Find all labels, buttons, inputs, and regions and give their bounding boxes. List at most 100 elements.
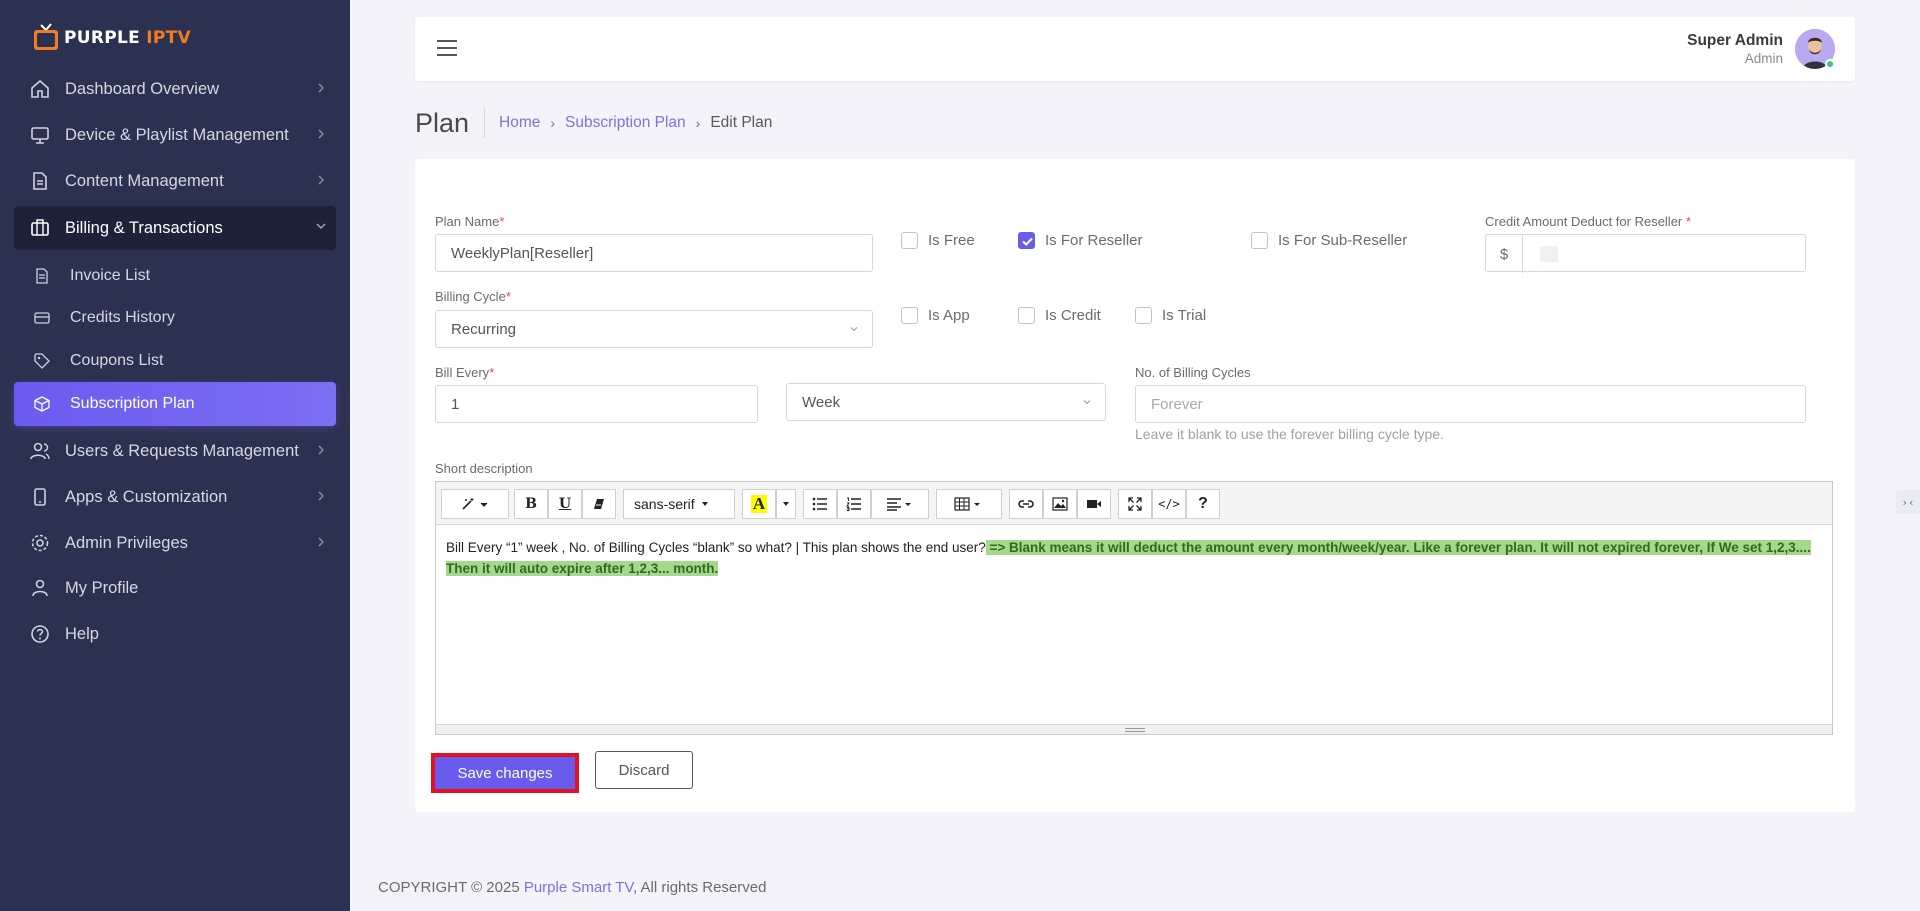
text-color-dropdown[interactable] — [776, 489, 796, 519]
fullscreen-button[interactable] — [1118, 489, 1152, 519]
is-for-reseller-checkbox[interactable]: Is For Reseller — [1018, 232, 1143, 249]
title-divider — [484, 108, 485, 138]
is-credit-checkbox[interactable]: Is Credit — [1018, 307, 1101, 324]
mobile-icon — [34, 488, 46, 506]
sidebar-subitem-coupons-list[interactable]: Coupons List — [14, 341, 336, 381]
briefcase-icon — [31, 219, 49, 236]
checkbox-box[interactable] — [1251, 232, 1268, 249]
sidebar-item-device-playlist[interactable]: Device & Playlist Management — [14, 114, 336, 156]
check-icon — [1022, 237, 1033, 246]
num-billing-cycles-input[interactable]: Forever — [1135, 385, 1806, 423]
magic-style-button[interactable] — [441, 489, 509, 519]
breadcrumb-subscription-plan[interactable]: Subscription Plan — [565, 114, 686, 132]
menu-toggle-icon[interactable] — [437, 40, 457, 56]
sidebar-item-content[interactable]: Content Management — [14, 160, 336, 202]
table-button[interactable] — [936, 489, 1002, 519]
bill-unit-select[interactable]: Week — [786, 383, 1106, 421]
credit-amount-input[interactable]: $ — [1485, 234, 1806, 273]
currency-prefix: $ — [1486, 235, 1523, 273]
sidebar-subitem-credits-history[interactable]: Credits History — [14, 298, 336, 338]
invoice-icon — [36, 268, 48, 284]
sidebar-item-label: Admin Privileges — [65, 533, 188, 552]
chevron-right-icon — [318, 175, 324, 185]
paragraph-align-button[interactable] — [871, 489, 929, 519]
is-app-checkbox[interactable]: Is App — [901, 307, 970, 324]
user-role: Admin — [1744, 51, 1783, 66]
sidebar-subitem-invoice-list[interactable]: Invoice List — [14, 256, 336, 296]
edit-plan-card: Plan Name* WeeklyPlan[Reseller] Is Free … — [415, 159, 1855, 812]
sidebar-item-billing[interactable]: Billing & Transactions — [14, 206, 336, 250]
sidebar-item-help[interactable]: Help — [14, 613, 336, 655]
tag-icon — [34, 353, 50, 369]
checkbox-box[interactable] — [901, 232, 918, 249]
is-for-sub-reseller-checkbox[interactable]: Is For Sub-Reseller — [1251, 232, 1407, 249]
brand-logo[interactable]: PURPLE IPTV — [32, 22, 191, 54]
bold-button[interactable]: B — [514, 489, 548, 519]
save-changes-button[interactable]: Save changes — [431, 753, 579, 793]
is-trial-checkbox[interactable]: Is Trial — [1135, 307, 1206, 324]
short-description-label: Short description — [435, 461, 533, 476]
sidebar-subitem-label: Subscription Plan — [70, 395, 195, 412]
credit-amount-label: Credit Amount Deduct for Reseller * — [1485, 214, 1691, 229]
tv-logo-icon — [32, 22, 60, 54]
link-icon — [1018, 500, 1034, 508]
underline-button[interactable]: U — [548, 489, 582, 519]
code-view-button[interactable]: </> — [1152, 489, 1186, 519]
side-panel-toggle[interactable]: ›‹ — [1896, 490, 1920, 514]
discard-button[interactable]: Discard — [595, 751, 693, 789]
help-icon — [31, 625, 49, 643]
sidebar-item-users-requests[interactable]: Users & Requests Management — [14, 430, 336, 472]
sidebar-item-dashboard[interactable]: Dashboard Overview — [14, 68, 336, 110]
sidebar-subitem-subscription-plan[interactable]: Subscription Plan — [14, 382, 336, 426]
is-app-label: Is App — [928, 307, 970, 324]
is-for-reseller-label: Is For Reseller — [1045, 232, 1143, 249]
user-name: Super Admin — [1687, 32, 1783, 49]
font-family-dropdown[interactable]: sans-serif — [623, 489, 735, 519]
sidebar-item-label: Apps & Customization — [65, 487, 228, 506]
footer-copyright: COPYRIGHT © 2025 Purple Smart TV, All ri… — [378, 879, 766, 896]
checkbox-box[interactable] — [1018, 307, 1035, 324]
editor-content[interactable]: Bill Every “1” week , No. of Billing Cyc… — [446, 537, 1824, 579]
sidebar-subitem-label: Credits History — [70, 309, 175, 326]
checkbox-box[interactable] — [1018, 232, 1035, 249]
image-button[interactable] — [1043, 489, 1077, 519]
breadcrumb-current: Edit Plan — [710, 114, 773, 131]
checkbox-box[interactable] — [901, 307, 918, 324]
sidebar-item-my-profile[interactable]: My Profile — [14, 567, 336, 609]
user-icon — [32, 579, 48, 597]
editor-resize-handle[interactable] — [436, 724, 1832, 734]
footer-link[interactable]: Purple Smart TV — [524, 879, 633, 896]
ordered-list-button[interactable] — [837, 489, 871, 519]
chevron-right-icon — [318, 445, 324, 455]
help-button[interactable]: ? — [1186, 489, 1220, 519]
video-button[interactable] — [1077, 489, 1111, 519]
is-free-checkbox[interactable]: Is Free — [901, 232, 975, 249]
clear-format-button[interactable] — [582, 489, 616, 519]
gear-icon — [31, 534, 49, 552]
unordered-list-button[interactable] — [803, 489, 837, 519]
plan-name-label: Plan Name* — [435, 214, 505, 229]
billing-cycle-select[interactable]: Recurring — [435, 310, 873, 348]
link-button[interactable] — [1009, 489, 1043, 519]
num-billing-cycles-help: Leave it blank to use the forever billin… — [1135, 426, 1444, 442]
billing-cycle-label: Billing Cycle* — [435, 289, 511, 304]
checkbox-box[interactable] — [1135, 307, 1152, 324]
rich-text-editor[interactable]: B U sans-serif A </> ? Bill Every “1” we… — [435, 481, 1833, 735]
plan-name-input[interactable]: WeeklyPlan[Reseller] — [435, 234, 873, 272]
brand-word-2: IPTV — [146, 28, 192, 48]
sidebar-item-admin-privileges[interactable]: Admin Privileges — [14, 522, 336, 564]
sidebar-item-apps-customization[interactable]: Apps & Customization — [14, 476, 336, 518]
sidebar-item-label: Billing & Transactions — [65, 218, 223, 237]
editor-toolbar: B U sans-serif A </> ? — [436, 482, 1832, 525]
redacted-value — [1540, 246, 1558, 262]
users-icon — [30, 442, 50, 460]
bullet-list-icon — [812, 497, 827, 511]
editor-text: Bill Every “1” week , No. of Billing Cyc… — [446, 540, 986, 555]
text-color-button[interactable]: A — [742, 489, 776, 519]
sidebar: PURPLE IPTV Dashboard Overview Device & … — [0, 0, 350, 911]
document-icon — [33, 172, 47, 190]
is-credit-label: Is Credit — [1045, 307, 1101, 324]
brand-word-1: PURPLE — [64, 28, 141, 48]
bill-every-input[interactable]: 1 — [435, 385, 758, 423]
breadcrumb-home[interactable]: Home — [499, 114, 540, 132]
